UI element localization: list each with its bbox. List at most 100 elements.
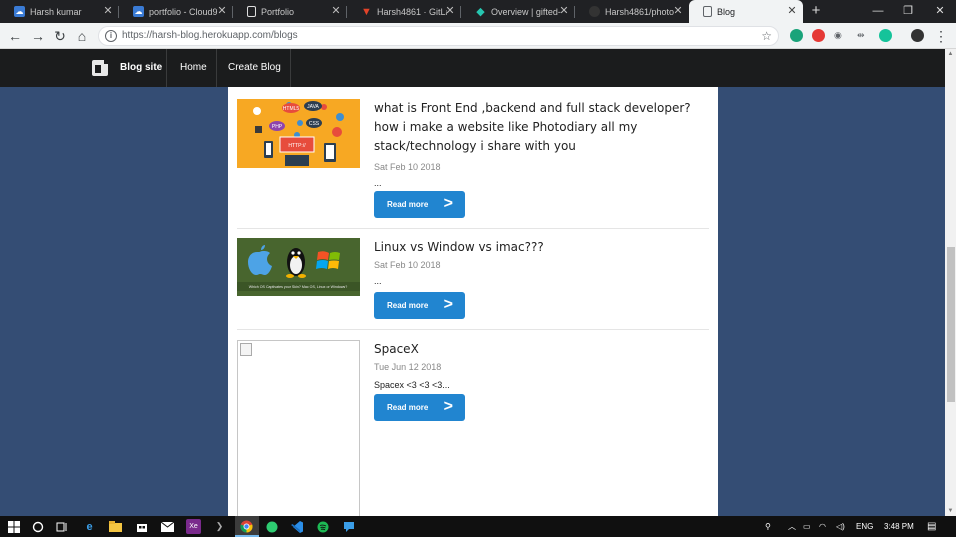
url-text[interactable]: https://harsh-blog.herokuapp.com/blogs (122, 27, 298, 45)
close-tab-icon[interactable]: ✕ (443, 4, 457, 18)
extension-arrows-icon[interactable]: ⇹ (857, 29, 865, 42)
post-title[interactable]: what is Front End ,backend and full stac… (374, 99, 709, 156)
broken-image-icon (240, 343, 252, 356)
mail-icon[interactable] (160, 519, 175, 534)
tab-gitlab[interactable]: ▼ Harsh4861 · GitLab ✕ (347, 0, 461, 23)
browser-toolbar: ← → ↻ ⌂ i https://harsh-blog.herokuapp.c… (0, 23, 956, 49)
chevron-right-icon: > (443, 296, 453, 313)
nav-create-blog[interactable]: Create Blog (228, 49, 281, 87)
back-button[interactable]: ← (5, 26, 25, 46)
chevron-right-icon: > (443, 195, 453, 212)
tab-title: Portfolio (261, 6, 295, 17)
task-view-icon[interactable] (54, 519, 69, 534)
close-tab-icon[interactable]: ✕ (215, 4, 229, 18)
cloud9-icon: ☁ (14, 6, 25, 17)
read-more-button[interactable]: Read more > (374, 191, 465, 218)
terminal-icon[interactable]: ❯ (212, 519, 227, 534)
post-divider (237, 329, 709, 330)
wifi-icon[interactable]: ◠ (819, 516, 826, 537)
nav-brand[interactable]: Blog site (120, 49, 162, 87)
bookmark-star-icon[interactable]: ☆ (761, 27, 772, 45)
people-icon[interactable]: ⚲ (765, 516, 771, 537)
post-thumbnail-web-technologies[interactable]: HTML5 JAVA PHP CSS HTTP:// (237, 99, 360, 168)
nav-home[interactable]: Home (180, 49, 207, 87)
volume-icon[interactable]: ◁) (836, 516, 845, 537)
read-more-button[interactable]: Read more > (374, 292, 465, 319)
notification-icon[interactable]: ▤ (927, 516, 936, 537)
tab-title: Harsh kumar (30, 6, 82, 17)
store-icon[interactable] (134, 519, 149, 534)
scroll-up-arrow[interactable]: ▲ (945, 49, 956, 59)
profile-avatar[interactable] (911, 29, 924, 42)
post-divider (237, 228, 709, 229)
post-excerpt: Spacex <3 <3 <3... (374, 380, 450, 390)
grammarly-icon[interactable] (879, 29, 892, 42)
github-icon (589, 6, 600, 17)
new-tab-button[interactable]: + (808, 1, 824, 21)
chevron-right-icon: > (443, 398, 453, 415)
info-icon[interactable]: i (105, 30, 117, 42)
tab-portfolio[interactable]: Portfolio ✕ (233, 0, 347, 23)
nav-divider (290, 49, 291, 87)
minimize-button[interactable]: — (862, 0, 894, 23)
nav-divider (216, 49, 217, 87)
scroll-down-arrow[interactable]: ▼ (945, 506, 956, 516)
close-window-button[interactable]: ✕ (924, 0, 956, 23)
blog-post-item: HTML5 JAVA PHP CSS HTTP:// what is Front… (237, 99, 709, 229)
nav-divider (166, 49, 167, 87)
tab-title: Overview | gifted- (491, 6, 561, 17)
scrollbar-thumb[interactable] (947, 247, 955, 402)
diamond-icon: ◆ (476, 6, 485, 18)
tab-overview-netlify[interactable]: ◆ Overview | gifted- ✕ (461, 0, 575, 23)
reload-button[interactable]: ↻ (50, 26, 70, 46)
post-thumbnail-spacex[interactable] (237, 340, 360, 516)
chat-app-icon[interactable] (341, 519, 356, 534)
clock[interactable]: 3:48 PM (884, 516, 914, 537)
close-tab-icon[interactable]: ✕ (557, 4, 571, 18)
tab-blog[interactable]: Blog ✕ (689, 0, 803, 23)
camera-icon[interactable]: ◉ (834, 29, 842, 42)
post-title[interactable]: SpaceX (374, 340, 709, 359)
green-app-icon[interactable] (264, 519, 279, 534)
forward-button[interactable]: → (28, 26, 48, 46)
gitlab-icon: ▼ (361, 5, 372, 18)
home-button[interactable]: ⌂ (72, 26, 92, 46)
extension-m-icon[interactable] (790, 29, 803, 42)
battery-icon[interactable]: ▭ (803, 516, 811, 537)
post-info: SpaceX Tue Jun 12 2018 Spacex <3 <3 <3..… (374, 340, 709, 421)
close-tab-icon[interactable]: ✕ (101, 4, 115, 18)
post-thumbnail-os-logos[interactable]: Which OS Captivates your Skin? Mac OS, L… (237, 238, 360, 296)
tab-title: Harsh4861 · GitLab (377, 6, 447, 17)
tray-chevron-up-icon[interactable]: ︿ (788, 516, 796, 537)
xd-app-icon[interactable]: Xe (186, 519, 201, 534)
close-tab-icon[interactable]: ✕ (785, 4, 799, 18)
extension-mic-icon[interactable] (812, 29, 825, 42)
document-icon (703, 6, 712, 17)
edge-icon[interactable]: e (82, 519, 97, 534)
file-explorer-icon[interactable] (108, 519, 123, 534)
cortana-icon[interactable] (30, 519, 45, 534)
close-tab-icon[interactable]: ✕ (329, 4, 343, 18)
tab-harsh-kumar[interactable]: ☁ Harsh kumar ✕ (0, 0, 119, 23)
address-bar[interactable]: i https://harsh-blog.herokuapp.com/blogs… (98, 26, 779, 46)
post-info: Linux vs Window vs imac??? Sat Feb 10 20… (374, 238, 709, 319)
browser-menu-icon[interactable]: ⋮ (931, 26, 951, 46)
svg-text:HTML5: HTML5 (283, 106, 300, 112)
post-date: Tue Jun 12 2018 (374, 362, 442, 372)
tab-github[interactable]: Harsh4861/photo ✕ (575, 0, 689, 23)
maximize-button[interactable]: ❐ (892, 0, 924, 23)
web-technologies-image: HTML5 JAVA PHP CSS HTTP:// (237, 99, 360, 168)
site-logo-icon[interactable] (92, 59, 109, 76)
svg-text:Which OS Captivates your Skin?: Which OS Captivates your Skin? Mac OS, L… (249, 285, 347, 289)
os-logos-image: Which OS Captivates your Skin? Mac OS, L… (237, 238, 360, 296)
close-tab-icon[interactable]: ✕ (671, 4, 685, 18)
tab-title: Harsh4861/photo (605, 6, 675, 17)
post-title[interactable]: Linux vs Window vs imac??? (374, 238, 709, 257)
spotify-icon[interactable] (315, 519, 330, 534)
read-more-button[interactable]: Read more > (374, 394, 465, 421)
vscode-icon[interactable] (289, 519, 304, 534)
windows-start-icon[interactable] (6, 519, 21, 534)
chrome-icon[interactable] (239, 519, 254, 534)
tab-portfolio-cloud9[interactable]: ☁ portfolio - Cloud9 ✕ (119, 0, 233, 23)
language-indicator[interactable]: ENG (856, 516, 873, 537)
